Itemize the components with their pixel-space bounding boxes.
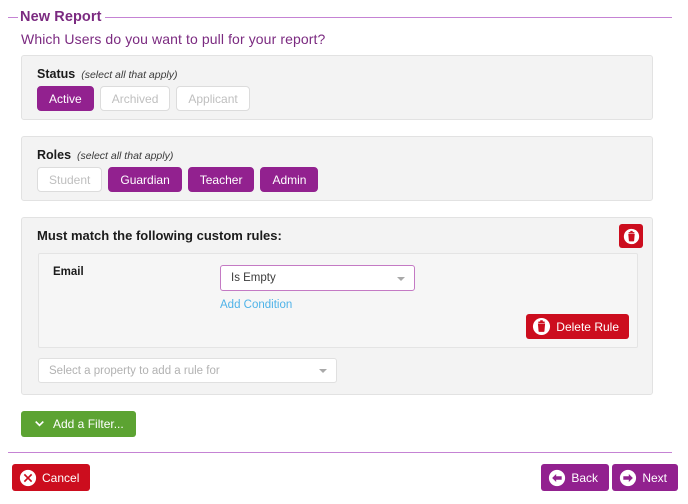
delete-filter-button[interactable] <box>619 224 643 248</box>
delete-rule-button[interactable]: Delete Rule <box>526 314 629 339</box>
add-rule-property-placeholder: Select a property to add a rule for <box>39 365 220 377</box>
new-report-wizard-page: New Report Which Users do you want to pu… <box>0 0 688 504</box>
legend-left-dash <box>8 17 18 18</box>
custom-rules-title: Must match the following custom rules: <box>37 228 282 243</box>
chevron-down-icon <box>319 369 327 373</box>
delete-rule-label: Delete Rule <box>556 320 619 334</box>
close-circle-icon <box>19 469 37 487</box>
page-question: Which Users do you want to pull for your… <box>21 31 325 47</box>
status-chip-active[interactable]: Active <box>37 86 94 111</box>
roles-panel-hint: (select all that apply) <box>77 150 173 162</box>
next-label: Next <box>642 471 667 485</box>
rule-property-label: Email <box>53 266 84 278</box>
status-chip-applicant[interactable]: Applicant <box>176 86 249 111</box>
trash-icon <box>623 228 640 245</box>
next-button[interactable]: Next <box>612 464 678 491</box>
footer-divider <box>8 452 672 453</box>
chevron-down-icon <box>33 418 46 431</box>
status-chip-archived[interactable]: Archived <box>100 86 171 111</box>
legend-rule-line <box>105 17 672 18</box>
roles-chip-group: Student Guardian Teacher Admin <box>37 167 318 192</box>
cancel-button[interactable]: Cancel <box>12 464 90 491</box>
status-panel-title: Status <box>37 67 75 81</box>
roles-chip-guardian[interactable]: Guardian <box>108 167 181 192</box>
back-button[interactable]: Back <box>541 464 609 491</box>
add-filter-button[interactable]: Add a Filter... <box>21 411 136 437</box>
roles-chip-student[interactable]: Student <box>37 167 102 192</box>
status-panel-hint: (select all that apply) <box>81 69 177 81</box>
back-label: Back <box>571 471 598 485</box>
add-condition-link[interactable]: Add Condition <box>220 299 292 311</box>
add-rule-property-select[interactable]: Select a property to add a rule for <box>38 358 337 383</box>
chevron-down-icon <box>397 277 405 281</box>
arrow-left-circle-icon <box>548 469 566 487</box>
page-title: New Report <box>18 9 105 25</box>
roles-panel: Roles (select all that apply) Student Gu… <box>21 136 653 201</box>
rule-condition-select[interactable]: Is Empty <box>220 265 415 291</box>
fieldset-legend: New Report <box>8 7 672 27</box>
roles-panel-title: Roles <box>37 148 71 162</box>
roles-chip-teacher[interactable]: Teacher <box>188 167 255 192</box>
add-filter-label: Add a Filter... <box>53 417 124 431</box>
rule-condition-value: Is Empty <box>221 272 276 284</box>
custom-rules-panel: Must match the following custom rules: E… <box>21 217 653 395</box>
arrow-right-circle-icon <box>619 469 637 487</box>
rule-row: Email Is Empty Add Condition Delete Rule <box>38 253 638 348</box>
status-chip-group: Active Archived Applicant <box>37 86 250 111</box>
roles-chip-admin[interactable]: Admin <box>260 167 318 192</box>
roles-panel-header: Roles (select all that apply) <box>37 148 173 162</box>
cancel-label: Cancel <box>42 471 79 485</box>
status-panel: Status (select all that apply) Active Ar… <box>21 55 653 120</box>
status-panel-header: Status (select all that apply) <box>37 67 178 81</box>
trash-icon <box>532 317 551 336</box>
